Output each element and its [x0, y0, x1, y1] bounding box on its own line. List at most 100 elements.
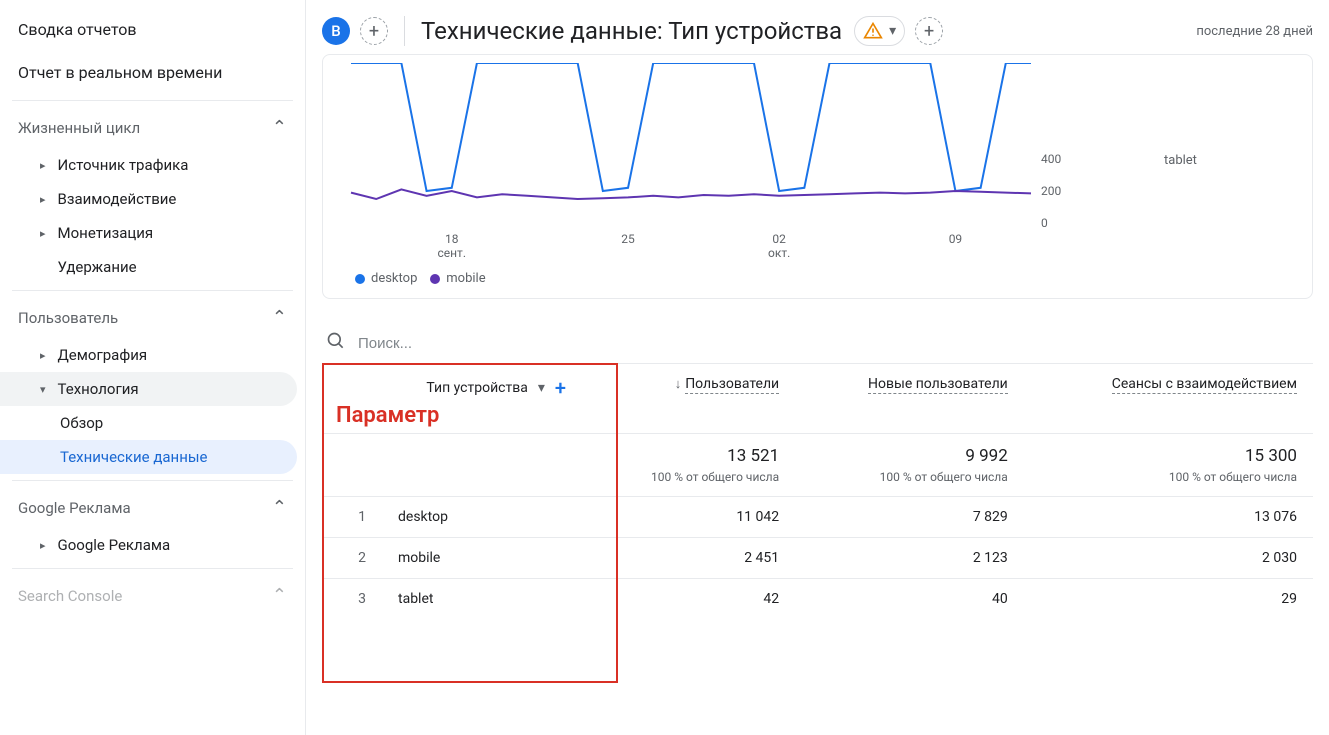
separator [12, 100, 293, 101]
cell-users: 42 [582, 579, 795, 620]
nav-google-ads[interactable]: ▸ Google Реклама [0, 528, 305, 562]
search-input[interactable] [358, 335, 1309, 352]
cell-users: 2 451 [582, 538, 795, 579]
nav-tech-overview[interactable]: Обзор [0, 406, 305, 440]
section-ads[interactable]: Google Реклама ⌃ [0, 487, 305, 528]
warning-icon [863, 21, 883, 41]
caret-right-icon: ▸ [40, 539, 46, 552]
annotation-label: Параметр [336, 403, 439, 428]
nav-realtime[interactable]: Отчет в реальном времени [0, 51, 305, 94]
total-new-users: 9 992 100 % от общего числа [795, 434, 1024, 497]
col-users[interactable]: ↓Пользователи [582, 364, 795, 434]
total-value: 13 521 [598, 446, 779, 466]
nav-traffic-source[interactable]: ▸ Источник трафика [0, 148, 305, 182]
col-label: Новые пользователи [868, 376, 1008, 394]
chevron-up-icon: ⌃ [272, 307, 287, 328]
nav-retention[interactable]: ▸Удержание [0, 250, 305, 284]
caret-right-icon: ▸ [40, 349, 46, 362]
chevron-down-icon: ▾ [538, 380, 545, 396]
svg-text:окт.: окт. [768, 246, 790, 260]
chevron-up-icon: ⌃ [272, 117, 287, 138]
svg-text:400: 400 [1041, 152, 1061, 166]
nav-tech-details[interactable]: Технические данные [0, 440, 297, 474]
total-value: 9 992 [811, 446, 1008, 466]
row-index: 2 [322, 538, 382, 579]
add-button[interactable]: + [360, 17, 388, 45]
nav-label: Google Реклама [58, 536, 171, 554]
svg-text:18: 18 [445, 232, 459, 246]
col-label: Пользователи [685, 376, 779, 394]
cell-new-users: 2 123 [795, 538, 1024, 579]
warning-dropdown[interactable]: ▾ [854, 16, 905, 46]
table-row[interactable]: 3 tablet 42 40 29 [322, 579, 1313, 620]
row-index: 3 [322, 579, 382, 620]
table-container: Параметр Тип устройства ▾ + [322, 363, 1313, 619]
nav-label: Монетизация [58, 224, 154, 242]
row-name: mobile [382, 538, 582, 579]
separator [12, 290, 293, 291]
sidebar: Сводка отчетов Отчет в реальном времени … [0, 0, 306, 735]
svg-text:200: 200 [1041, 184, 1061, 198]
cell-new-users: 7 829 [795, 497, 1024, 538]
section-user[interactable]: Пользователь ⌃ [0, 297, 305, 338]
nav-engagement[interactable]: ▸Взаимодействие [0, 182, 305, 216]
separator [12, 480, 293, 481]
nav-label: Источник трафика [58, 156, 189, 174]
section-label: Search Console [18, 587, 122, 605]
caret-right-icon: ▸ [40, 227, 46, 240]
nav-reports-summary[interactable]: Сводка отчетов [0, 8, 305, 51]
svg-text:25: 25 [621, 232, 635, 246]
add-comparison-button[interactable]: + [915, 17, 943, 45]
nav-label: Демография [58, 346, 148, 364]
total-sub: 100 % от общего числа [598, 470, 779, 484]
table-row[interactable]: 2 mobile 2 451 2 123 2 030 [322, 538, 1313, 579]
caret-down-icon: ▾ [40, 383, 46, 396]
avatar[interactable]: В [322, 17, 350, 45]
search-row [322, 323, 1313, 363]
main-content: В + Технические данные: Тип устройства ▾… [306, 0, 1329, 735]
search-icon [326, 331, 346, 355]
totals-spacer [382, 434, 582, 497]
section-label: Google Реклама [18, 499, 131, 517]
row-name: tablet [382, 579, 582, 620]
chevron-up-icon: ⌃ [272, 497, 287, 518]
nav-label: Технология [58, 380, 139, 398]
total-sub: 100 % от общего числа [811, 470, 1008, 484]
data-table: Тип устройства ▾ + ↓Пользователи Новые п… [322, 363, 1313, 619]
totals-spacer [322, 434, 382, 497]
section-lifecycle[interactable]: Жизненный цикл ⌃ [0, 107, 305, 148]
section-search-console[interactable]: Search Console ⌃ [0, 575, 305, 616]
total-sub: 100 % от общего числа [1040, 470, 1297, 484]
cell-new-users: 40 [795, 579, 1024, 620]
nav-monetization[interactable]: ▸ Монетизация [0, 216, 305, 250]
svg-text:0: 0 [1041, 216, 1048, 230]
date-range[interactable]: последние 28 дней [1196, 24, 1313, 39]
total-users: 13 521 100 % от общего числа [582, 434, 795, 497]
content-area: 020040018сент.2502окт.09 tablet desktop … [306, 54, 1329, 735]
svg-text:сент.: сент. [437, 246, 466, 260]
col-new-users[interactable]: Новые пользователи [795, 364, 1024, 434]
nav-label: Отчет в реальном времени [18, 63, 222, 82]
legend-dot-icon [355, 274, 365, 284]
chevron-down-icon: ▾ [889, 23, 896, 39]
table-row[interactable]: 1 desktop 11 042 7 829 13 076 [322, 497, 1313, 538]
nav-label: Удержание [58, 258, 137, 276]
legend-item-desktop[interactable]: desktop [355, 271, 417, 286]
caret-right-icon: ▸ [40, 159, 46, 172]
row-index: 1 [322, 497, 382, 538]
legend-dot-icon [430, 274, 440, 284]
nav-label: Сводка отчетов [18, 20, 137, 39]
nav-label: Взаимодействие [58, 190, 177, 208]
svg-text:09: 09 [949, 232, 963, 246]
chevron-up-icon: ⌃ [272, 585, 287, 606]
legend-item-mobile[interactable]: mobile [430, 271, 485, 286]
section-label: Жизненный цикл [18, 119, 140, 137]
divider [404, 16, 405, 46]
chart-card: 020040018сент.2502окт.09 tablet desktop … [322, 54, 1313, 299]
add-dimension-button[interactable]: + [555, 376, 566, 400]
separator [12, 568, 293, 569]
nav-technology[interactable]: ▾ Технология [0, 372, 297, 406]
svg-text:02: 02 [772, 232, 786, 246]
nav-demographics[interactable]: ▸ Демография [0, 338, 305, 372]
col-sessions[interactable]: Сеансы с взаимодействием [1024, 364, 1313, 434]
